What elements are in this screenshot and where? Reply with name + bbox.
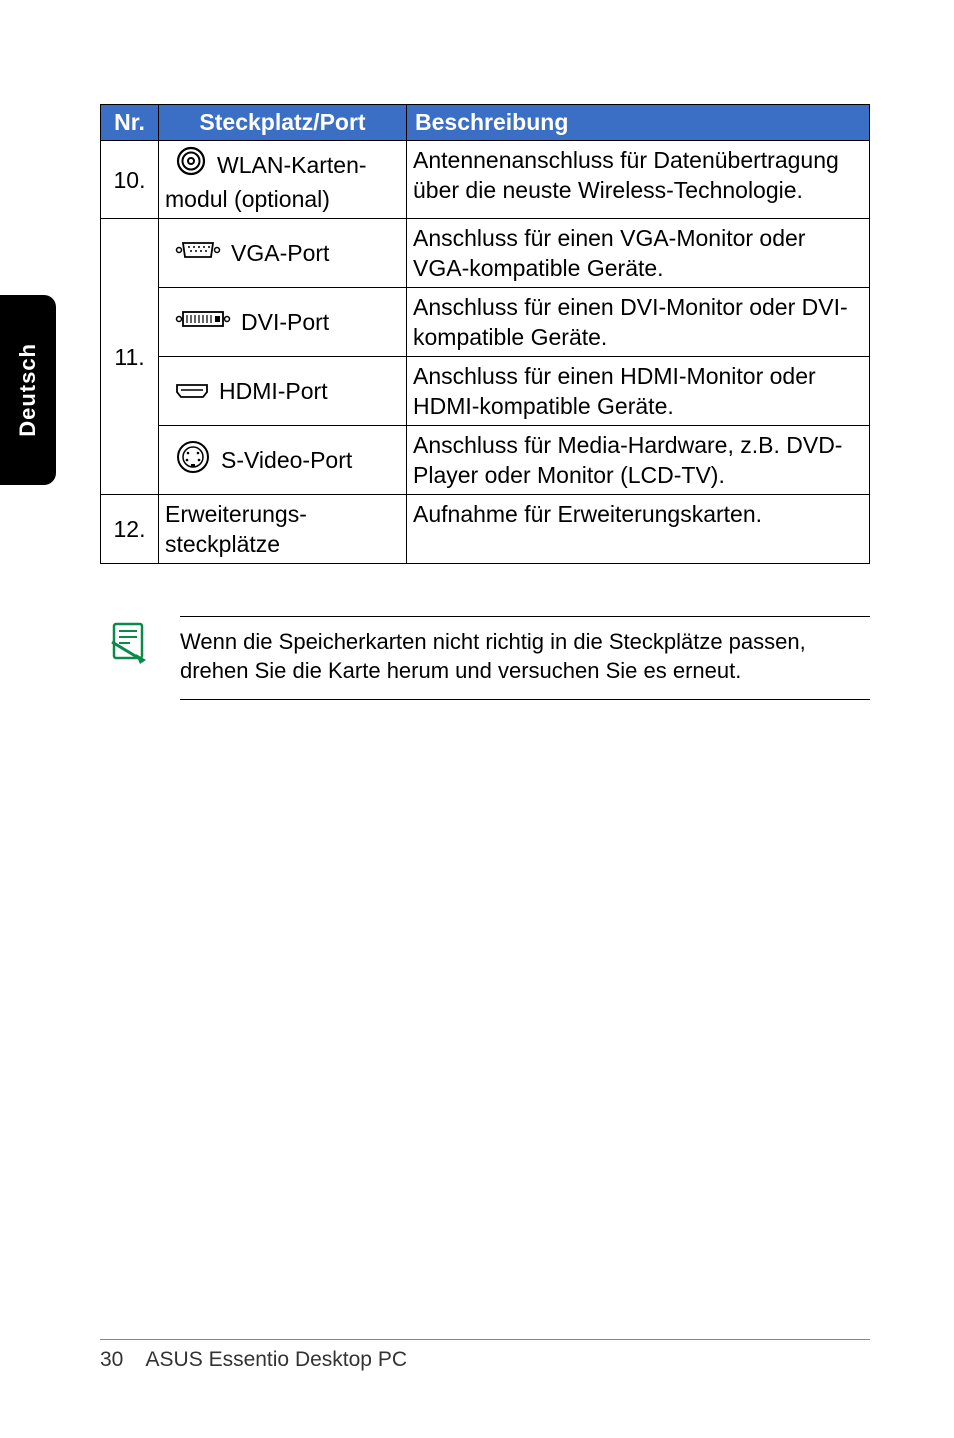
row-desc: Antennenanschluss für Datenübertragung ü… [407, 141, 870, 219]
col-header-slot: Steckplatz/Port [159, 105, 407, 141]
ports-table: Nr. Steckplatz/Port Beschreibung 10. [100, 104, 870, 564]
note-callout: Wenn die Speicherkarten nicht richtig in… [100, 616, 870, 700]
col-header-nr: Nr. [101, 105, 159, 141]
row-slot: HDMI-Port [159, 357, 407, 426]
row-nr: 11. [101, 219, 159, 495]
table-row: 10. WLAN-Karten- modul (optional) [101, 141, 870, 219]
note-text: Wenn die Speicherkarten nicht richtig in… [180, 627, 870, 685]
table-row: 12. Erweiterungs- steckplätze Aufnahme f… [101, 495, 870, 564]
row-desc: Anschluss für einen DVI-Monitor oder DVI… [407, 288, 870, 357]
row-desc: Anschluss für einen VGA-Monitor oder VGA… [407, 219, 870, 288]
slot-label: Erweiterungs- [165, 501, 307, 527]
hdmi-icon [175, 376, 209, 406]
slot-label: VGA-Port [231, 238, 329, 268]
note-icon [106, 620, 150, 700]
dvi-icon [175, 307, 231, 337]
row-desc: Anschluss für einen HDMI-Monitor oder HD… [407, 357, 870, 426]
table-row: S-Video-Port Anschluss für Media-Hardwar… [101, 426, 870, 495]
slot-label: DVI-Port [241, 307, 329, 337]
row-nr: 12. [101, 495, 159, 564]
slot-label: S-Video-Port [221, 445, 352, 475]
row-slot: WLAN-Karten- modul (optional) [159, 141, 407, 219]
language-tab-label: Deutsch [15, 343, 41, 437]
slot-label-line2: steckplätze [165, 531, 280, 557]
svideo-icon [175, 439, 211, 482]
col-header-desc: Beschreibung [407, 105, 870, 141]
page-footer: 30 ASUS Essentio Desktop PC [100, 1339, 870, 1372]
main-content: Nr. Steckplatz/Port Beschreibung 10. [100, 104, 870, 700]
slot-label: WLAN-Karten- [217, 150, 367, 180]
vga-icon [175, 238, 221, 268]
row-desc: Anschluss für Media-Hardware, z.B. DVD-P… [407, 426, 870, 495]
slot-label: HDMI-Port [219, 376, 328, 406]
row-slot: VGA-Port [159, 219, 407, 288]
footer-title: ASUS Essentio Desktop PC [146, 1348, 407, 1371]
table-row: 11. VGA-Port Anschluss für einen VGA-Mon… [101, 219, 870, 288]
page-number: 30 [100, 1348, 123, 1371]
antenna-icon [175, 145, 207, 184]
table-row: HDMI-Port Anschluss für einen HDMI-Monit… [101, 357, 870, 426]
table-row: DVI-Port Anschluss für einen DVI-Monitor… [101, 288, 870, 357]
language-tab: Deutsch [0, 295, 56, 485]
row-desc: Aufnahme für Erweiterungskarten. [407, 495, 870, 564]
row-nr: 10. [101, 141, 159, 219]
row-slot: DVI-Port [159, 288, 407, 357]
row-slot: S-Video-Port [159, 426, 407, 495]
row-slot: Erweiterungs- steckplätze [159, 495, 407, 564]
slot-label-line2: modul (optional) [165, 184, 400, 214]
